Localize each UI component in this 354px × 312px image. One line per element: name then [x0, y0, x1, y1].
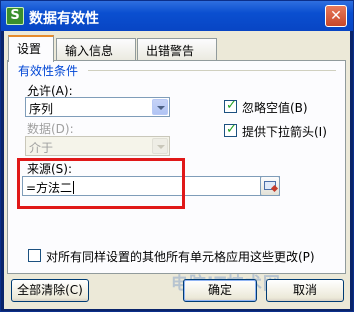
checkmark-icon: ✓	[226, 122, 237, 137]
allow-select[interactable]: 序列	[25, 97, 170, 117]
ignore-blank-checkbox[interactable]: ✓	[224, 98, 237, 113]
spreadsheet-app-icon: S	[6, 7, 24, 25]
group-divider	[88, 70, 336, 71]
validation-criteria-title: 有效性条件	[16, 62, 81, 79]
chevron-down-icon	[157, 145, 165, 149]
checkmark-icon: ✓	[226, 98, 237, 113]
in-cell-dropdown-label: 提供下拉箭头(I)	[242, 125, 327, 139]
in-cell-dropdown-checkbox[interactable]: ✓	[224, 122, 237, 137]
tab-input-message[interactable]: 输入信息	[56, 38, 136, 60]
range-select-button[interactable]	[260, 176, 280, 196]
data-select-value: 介于	[29, 141, 54, 155]
tab-settings[interactable]: 设置	[8, 35, 54, 62]
allow-select-value: 序列	[29, 102, 54, 116]
tab-error-alert[interactable]: 出错警告	[137, 38, 217, 60]
cancel-button[interactable]: 取消	[266, 279, 344, 302]
data-dropdown-button	[152, 138, 168, 154]
window-title: 数据有效性	[29, 11, 99, 27]
clear-all-button[interactable]: 全部清除(C)	[11, 279, 89, 302]
data-label: 数据(D):	[27, 122, 74, 136]
allow-dropdown-button[interactable]	[152, 99, 168, 115]
ok-button[interactable]: 确定	[183, 279, 257, 302]
source-highlight-box	[17, 158, 185, 209]
data-select: 介于	[25, 136, 170, 156]
apply-all-label: 对所有同样设置的其他所有单元格应用这些更改(P)	[46, 250, 315, 264]
title-bar[interactable]: S 数据有效性 ✕	[1, 1, 353, 31]
close-button[interactable]: ✕	[325, 5, 347, 27]
chevron-down-icon	[157, 106, 165, 110]
data-validation-dialog: S 数据有效性 ✕ 设置 输入信息 出错警告 有效性条件 允许(A): 序列 ✓…	[0, 0, 354, 312]
apply-all-checkbox[interactable]	[28, 249, 41, 262]
ignore-blank-label: 忽略空值(B)	[242, 101, 308, 115]
range-pointer-icon	[270, 184, 279, 193]
